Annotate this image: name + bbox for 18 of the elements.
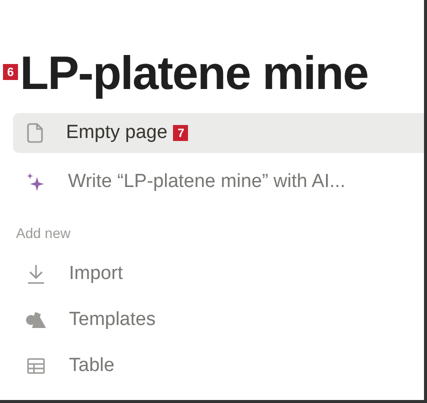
- shapes-icon: [25, 311, 47, 329]
- option-label: Empty page: [66, 120, 168, 145]
- menu-item-label: Import: [69, 262, 123, 286]
- page-icon: [26, 123, 44, 143]
- option-row[interactable]: Empty page 7: [13, 113, 424, 153]
- number-badge: 6: [3, 64, 18, 80]
- menu-item[interactable]: Import: [25, 254, 424, 294]
- menu-item-label: Table: [69, 354, 114, 378]
- section-heading: Add new: [16, 225, 70, 241]
- menu-item[interactable]: Templates: [25, 300, 424, 340]
- sparkle-icon: [26, 172, 46, 192]
- menu-item-label: Templates: [69, 308, 156, 332]
- table-icon: [27, 358, 45, 374]
- number-badge: 7: [173, 125, 188, 141]
- download-icon: [27, 264, 45, 284]
- menu-item[interactable]: Table: [25, 346, 424, 386]
- option-label: Write “LP-platene mine” with AI...: [68, 170, 346, 194]
- option-row[interactable]: Write “LP-platene mine” with AI...: [13, 162, 424, 202]
